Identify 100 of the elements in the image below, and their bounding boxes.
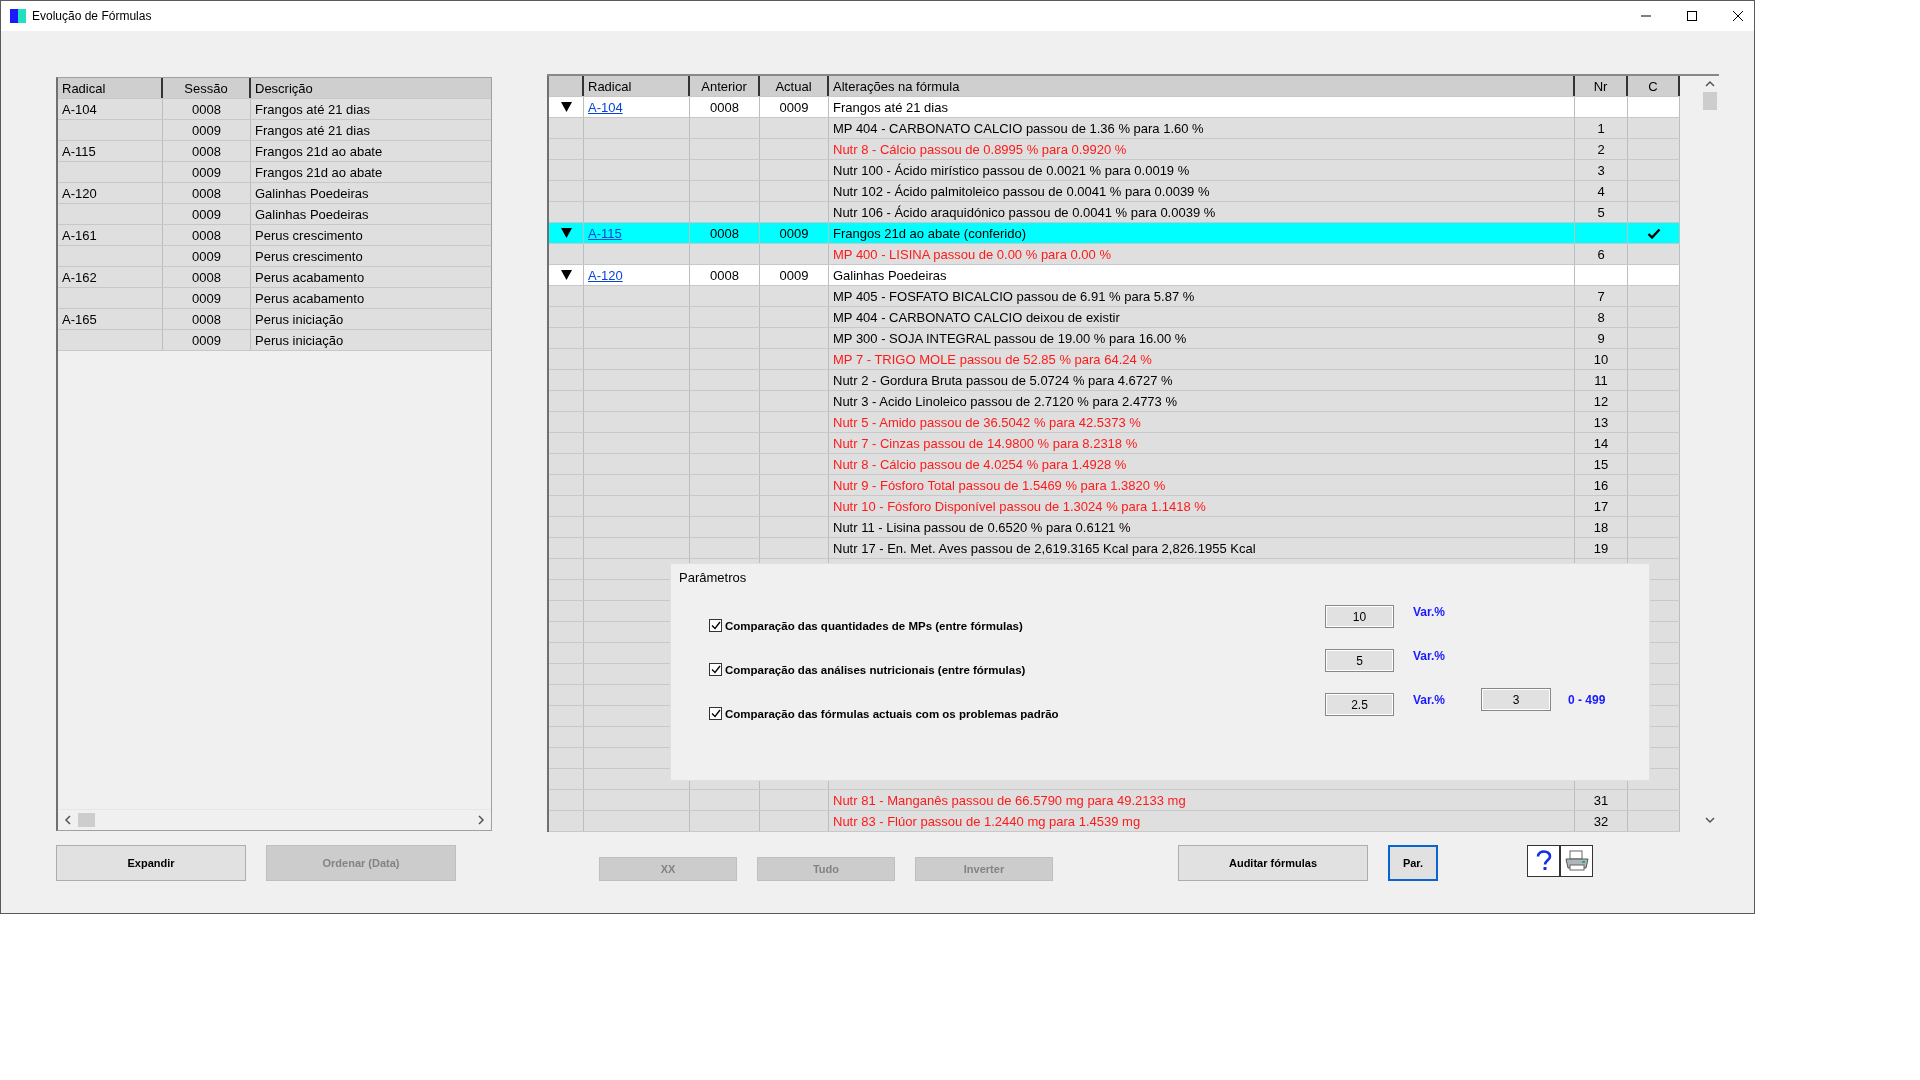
table-cell: Nutr 17 - En. Met. Aves passou de 2,619.3165 Kcal para 2,826.1955 Kcal	[829, 538, 1575, 558]
table-cell: A-104	[58, 99, 163, 119]
table-cell: 13	[1575, 412, 1628, 432]
scroll-down-icon[interactable]	[1705, 816, 1715, 824]
table-cell: 32	[1575, 811, 1628, 831]
option-checkbox[interactable]: Comparação das análises nutricionais (entre fórmulas)	[709, 663, 1026, 676]
table-cell-text: Perus crescimento	[254, 226, 364, 245]
table-cell-text: Frangos até 21 dias	[254, 100, 371, 119]
table-cell: 8	[1575, 307, 1628, 327]
table-cell: 6	[1575, 244, 1628, 264]
range-label: 0 - 499	[1568, 693, 1606, 707]
table-cell: MP 7 - TRIGO MOLE passou de 52.85 % para 64.24 %	[829, 349, 1575, 369]
column-header[interactable]: Descrição	[251, 78, 491, 98]
action-button[interactable]: Expandir	[56, 845, 246, 881]
table-cell: Nutr 81 - Manganês passou de 66.5790 mg para 49.2133 mg	[829, 790, 1575, 810]
table-cell: 10	[1575, 349, 1628, 369]
unit-label: Var.%	[1413, 605, 1447, 619]
table-cell: Nutr 7 - Cinzas passou de 14.9800 % para 8.2318 %	[829, 433, 1575, 453]
table-cell: Nutr 2 - Gordura Bruta passou de 5.0724 % para 4.6727 %	[829, 370, 1575, 390]
checkmark-icon	[710, 709, 721, 718]
scrollbar-thumb[interactable]	[1703, 92, 1717, 110]
table-cell: 0009	[760, 223, 829, 243]
table-cell: 0009	[760, 265, 829, 285]
radical-link[interactable]: A-104	[588, 99, 623, 115]
table-cell: Nutr 5 - Amido passou de 36.5042 % para 42.5373 %	[829, 412, 1575, 432]
table-cell: Nutr 11 - Lisina passou de 0.6520 % para 0.6121 %	[829, 517, 1575, 537]
table-cell: 9	[1575, 328, 1628, 348]
percent-field[interactable]: 10	[1325, 605, 1394, 628]
horizontal-scrollbar[interactable]	[58, 809, 491, 830]
table-cell: 0008	[163, 183, 251, 203]
table-cell: 0008	[163, 225, 251, 245]
table-cell-text: Frangos até 21 dias	[254, 121, 371, 140]
collapse-triangle-icon[interactable]	[560, 270, 572, 280]
table-cell: 1	[1575, 118, 1628, 138]
percent-field[interactable]: 5	[1325, 649, 1394, 672]
table-cell: 0009	[163, 246, 251, 266]
close-icon[interactable]	[1732, 10, 1744, 22]
table-cell-text: Perus acabamento	[254, 289, 366, 308]
number-field[interactable]: 3	[1481, 688, 1551, 711]
option-checkbox[interactable]: Comparação das quantidades de MPs (entre fórmulas)	[709, 619, 1023, 632]
scroll-up-icon[interactable]	[1705, 80, 1715, 88]
table-cell: 0009	[163, 204, 251, 224]
table-cell-text: Perus iniciação	[254, 331, 345, 350]
collapse-triangle-icon[interactable]	[560, 102, 572, 112]
table-cell: 5	[1575, 202, 1628, 222]
unit-label: Var.%	[1413, 649, 1447, 663]
table-cell: MP 404 - CARBONATO CALCIO deixou de existir	[829, 307, 1575, 327]
table-cell-text: Galinhas Poedeiras	[254, 184, 370, 203]
question-mark-icon	[1534, 850, 1553, 872]
table-cell-text: Frangos 21d ao abate	[254, 163, 384, 182]
table-cell: Nutr 10 - Fósforo Disponível passou de 1.3024 % para 1.1418 %	[829, 496, 1575, 516]
table-cell: 19	[1575, 538, 1628, 558]
table-cell: 11	[1575, 370, 1628, 390]
table-cell-text: Galinhas Poedeiras	[254, 205, 370, 224]
table-cell: A-120	[58, 183, 163, 203]
table-cell: Frangos 21d ao abate (conferido)	[829, 223, 1575, 243]
scrollbar-thumb[interactable]	[78, 813, 95, 827]
table-cell: 0009	[163, 330, 251, 350]
table-cell: 0009	[163, 120, 251, 140]
action-button[interactable]: Par.	[1388, 845, 1438, 881]
table-cell: 31	[1575, 790, 1628, 810]
maximize-icon[interactable]	[1686, 10, 1698, 22]
table-cell: 0009	[163, 288, 251, 308]
print-button[interactable]	[1560, 845, 1593, 877]
table-cell: 14	[1575, 433, 1628, 453]
scroll-right-icon[interactable]	[477, 815, 485, 825]
table-cell: MP 404 - CARBONATO CALCIO passou de 1.36 % para 1.60 %	[829, 118, 1575, 138]
option-checkbox[interactable]: Comparação das fórmulas actuais com os problemas padrão	[709, 707, 1059, 720]
table-cell: Nutr 8 - Cálcio passou de 4.0254 % para 1.4928 %	[829, 454, 1575, 474]
table-cell: A-165	[58, 309, 163, 329]
help-button[interactable]	[1527, 845, 1560, 877]
table-cell: A-162	[58, 267, 163, 287]
table-cell-text: Perus acabamento	[254, 268, 366, 287]
table-cell: 7	[1575, 286, 1628, 306]
table-cell: 15	[1575, 454, 1628, 474]
table-cell: 2	[1575, 139, 1628, 159]
radical-link[interactable]: A-115	[588, 225, 622, 241]
table-cell: 12	[1575, 391, 1628, 411]
action-button[interactable]: Auditar fórmulas	[1178, 845, 1368, 881]
table-cell: Galinhas Poedeiras	[829, 265, 1575, 285]
checkmark-icon	[710, 665, 721, 674]
table-cell: A-161	[58, 225, 163, 245]
radical-link[interactable]: A-120	[588, 267, 623, 283]
table-cell: MP 405 - FOSFATO BICALCIO passou de 6.91 % para 5.87 %	[829, 286, 1575, 306]
percent-field[interactable]: 2.5	[1325, 693, 1394, 716]
printer-icon	[1563, 850, 1590, 872]
table-cell: 0008	[690, 265, 760, 285]
collapse-triangle-icon[interactable]	[560, 228, 572, 238]
table-cell: 3	[1575, 160, 1628, 180]
table-cell: 0008	[163, 99, 251, 119]
table-cell-text: Perus iniciação	[254, 310, 345, 329]
checkmark-icon	[710, 621, 721, 630]
table-cell: MP 300 - SOJA INTEGRAL passou de 19.00 % para 16.00 %	[829, 328, 1575, 348]
table-cell: Nutr 106 - Ácido araquidónico passou de 0.0041 % para 0.0039 %	[829, 202, 1575, 222]
scroll-left-icon[interactable]	[64, 815, 72, 825]
table-cell: 0008	[163, 267, 251, 287]
app-logo-icon	[10, 9, 26, 23]
table-cell: 0008	[690, 223, 760, 243]
unit-label: Var.%	[1413, 693, 1447, 707]
table-cell: 4	[1575, 181, 1628, 201]
